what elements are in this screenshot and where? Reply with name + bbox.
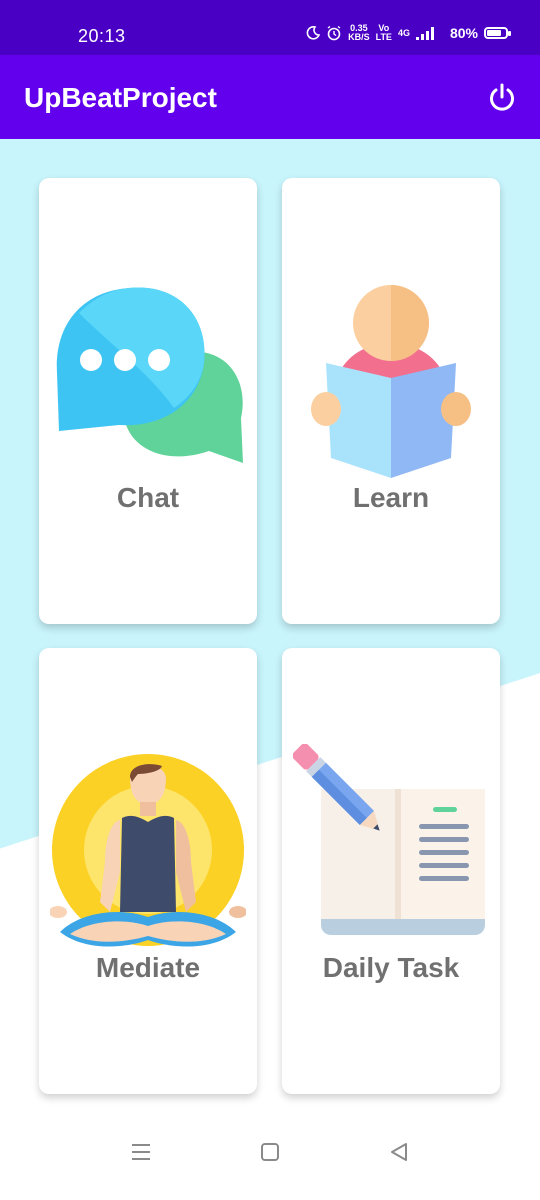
network-type: 4G <box>397 27 410 38</box>
battery-percent: 80% <box>449 25 478 41</box>
volte-bottom: LTE <box>375 32 392 42</box>
mediate-card[interactable]: Mediate <box>39 648 257 1094</box>
battery-icon <box>484 27 511 39</box>
volte-indicator: Vo LTE <box>376 24 392 42</box>
menu-icon[interactable] <box>130 1142 152 1162</box>
alarm-icon <box>327 25 341 41</box>
app-title: UpBeatProject <box>24 82 217 113</box>
status-time: 20:13 <box>78 26 126 46</box>
chat-bubbles-icon <box>56 287 243 463</box>
app-bar: UpBeatProject <box>0 55 540 139</box>
system-nav-bar <box>0 1107 540 1200</box>
data-speed-unit: KB/S <box>348 32 370 42</box>
learn-card[interactable]: Learn <box>282 178 500 624</box>
daily-task-card[interactable]: Daily Task <box>282 648 500 1094</box>
daily-task-label: Daily Task <box>322 952 460 983</box>
main-content: Chat Learn Mediate Daily Task <box>0 139 540 1107</box>
status-bar: 20:13 0.35 KB/S Vo LTE 4G 80% <box>0 0 540 55</box>
moon-icon <box>306 26 321 40</box>
reading-person-icon <box>311 285 471 478</box>
mediate-label: Mediate <box>95 952 201 983</box>
chat-label: Chat <box>116 482 180 513</box>
meditation-icon <box>50 754 246 947</box>
home-icon[interactable] <box>259 1142 281 1162</box>
learn-label: Learn <box>352 482 430 513</box>
power-icon[interactable] <box>486 82 518 114</box>
data-speed: 0.35 KB/S <box>348 24 370 42</box>
chat-card[interactable]: Chat <box>39 178 257 624</box>
back-icon[interactable] <box>388 1142 410 1162</box>
notebook-pencil-icon <box>293 744 485 935</box>
status-icons: 0.35 KB/S Vo LTE 4G 80% <box>306 24 511 42</box>
signal-icon <box>415 27 434 40</box>
battery-fill <box>487 30 502 36</box>
